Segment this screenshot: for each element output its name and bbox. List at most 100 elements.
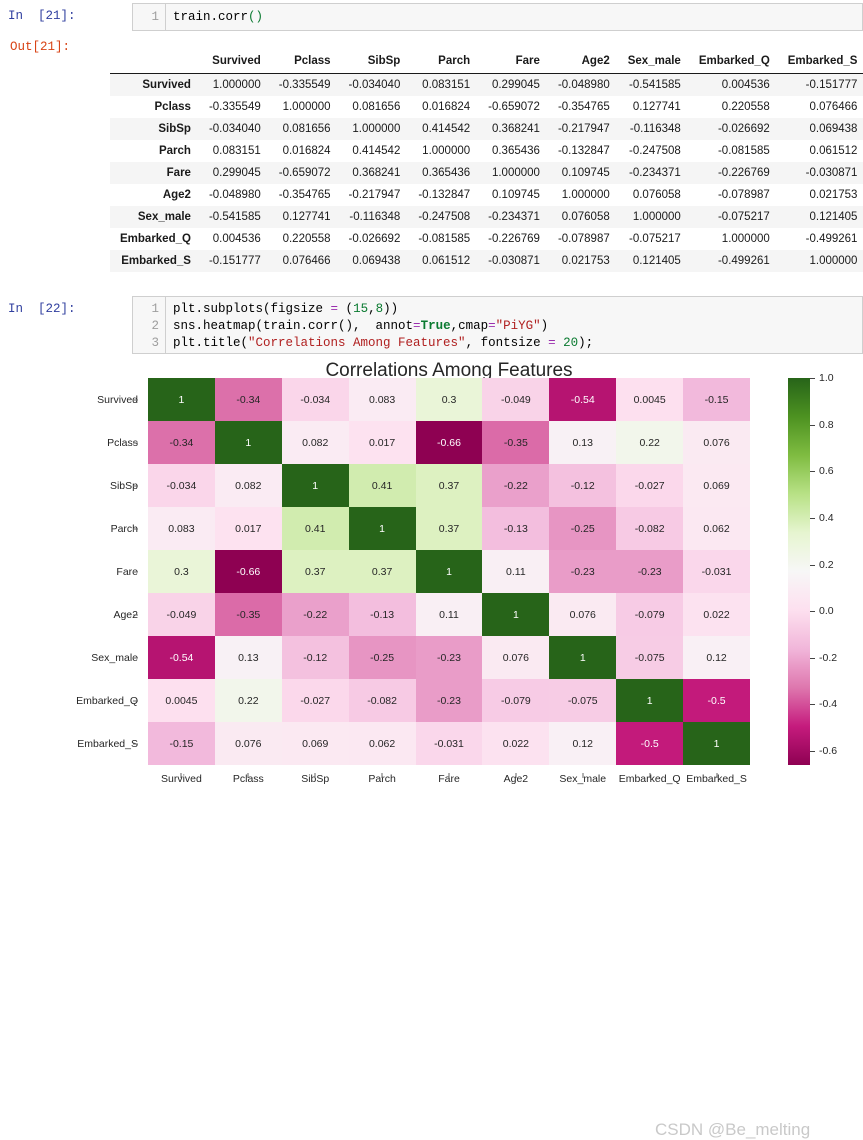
heatmap-cell: -0.22 [281,593,349,636]
heatmap-cell: 0.37 [415,507,483,550]
output-prompt-21: Out[21]: [10,40,71,54]
code-token: plt.subplots(figsize [173,302,331,316]
table-cell: 0.004536 [212,233,261,245]
heatmap-y-tick-mark [133,571,138,572]
heatmap-cell: 1 [214,421,282,464]
heatmap-cell: -0.15 [683,378,750,421]
table-row-header: Fare [166,167,191,179]
table-cell: 1.000000 [809,255,858,267]
table-cell: 0.069438 [809,123,858,135]
table-row-header: SibSp [158,123,191,135]
heatmap-x-tick-mark [247,773,249,778]
heatmap-cell: -0.54 [549,378,617,421]
table-row-header: Pclass [154,101,191,113]
table-cell: -0.078987 [557,233,610,245]
heatmap-y-tick-mark [133,442,138,443]
code-token: ,cmap [450,319,489,333]
heatmap-cell: 1 [348,507,416,550]
heatmap-cell: -0.082 [616,507,684,550]
table-cell: -0.034040 [208,123,261,135]
input-prompt-22: In [22]: [8,302,76,316]
heatmap-y-tick-label: Survived [97,393,138,406]
heatmap-cell: 0.41 [348,464,416,507]
heatmap-x-tick-mark [314,773,316,778]
table-column-header: Fare [478,50,548,74]
table-cell: -0.226769 [717,167,770,179]
table-cell: 0.069438 [352,255,401,267]
code-token: , [368,302,376,316]
heatmap-y-tick-label: Sex_male [91,651,138,664]
table-cell: 1.000000 [561,189,610,201]
colorbar-tick-label: 0.0 [819,605,834,618]
heatmap-plot-area: 1 -0.34 -0.034 0.083 0.3 -0.049 -0.54 0.0045 -0.… [148,378,750,765]
colorbar-tick-label: 0.4 [819,511,834,524]
table-cell: 0.061512 [809,145,858,157]
table-cell: 0.109745 [491,189,540,201]
heatmap-y-tick-mark [133,700,138,701]
table-row-header: Survived [142,79,191,91]
table-cell: 0.081656 [352,101,401,113]
heatmap-cell: 0.069 [683,464,750,507]
heatmap-cell: 1 [148,378,215,421]
heatmap-cell: -0.23 [616,550,684,593]
colorbar-tick-mark [810,424,815,426]
heatmap-cell: -0.5 [616,722,684,765]
table-column-header: Age2 [547,50,618,74]
table-cell: 0.109745 [561,167,610,179]
heatmap-cell: -0.54 [148,636,215,679]
input-prompt-21: In [21]: [8,9,76,23]
colorbar-tick-mark [810,471,815,473]
table-cell: -0.234371 [488,211,540,223]
line-number: 3 [151,336,159,350]
heatmap-cell: -0.23 [415,679,483,722]
heatmap-x-tick-mark [716,773,718,778]
heatmap-cell: -0.082 [348,679,416,722]
heatmap-y-tick-mark [133,657,138,658]
watermark-text: CSDN @Be_melting [655,1120,811,1139]
code-token-number: 20 [563,336,579,350]
correlation-dataframe-table: Survived Pclass SibSp Parch Fare Age2 Sex_male… [110,50,863,272]
table-cell: 0.081656 [282,123,331,135]
heatmap-cell: 0.083 [148,507,215,550]
table-head: Survived Pclass SibSp Parch Fare Age2 Sex_male… [110,50,863,74]
table-cell: -0.030871 [488,255,540,267]
line-number: 1 [151,302,159,316]
heatmap-cell: 1 [415,550,483,593]
table-cell: 0.365436 [491,145,540,157]
table-row-header: Sex_male [137,211,191,223]
table-cell: -0.026692 [717,123,770,135]
heatmap-y-tick-mark [133,528,138,529]
heatmap-cell: -0.079 [482,679,550,722]
table-cell: 0.299045 [491,79,540,91]
table-column-header: Parch [408,50,479,74]
heatmap-cell: 0.12 [549,722,617,765]
heatmap-cell: -0.049 [482,378,550,421]
table-cell: -0.335549 [208,101,261,113]
code-token-string: "PiYG" [495,319,541,333]
heatmap-cell: 0.41 [281,507,349,550]
table-cell: 0.414542 [422,123,471,135]
code-parens: () [248,10,264,24]
heatmap-cell: -0.66 [214,550,282,593]
table-header-row: Survived Pclass SibSp Parch Fare Age2 Sex_male… [110,50,863,74]
table-column-header: Pclass [268,50,339,74]
line-number-gutter-22: 1 2 3 [133,297,166,353]
heatmap-cell: 1 [616,679,684,722]
code-cell-22[interactable]: 1 2 3 plt.subplots(figsize = (15,8)) sns… [132,296,863,354]
code-token: plt.title( [173,336,249,350]
code-cell-21[interactable]: 1 train.corr() [132,3,863,31]
table-cell: 0.414542 [352,145,401,157]
table-cell: -0.151777 [805,79,858,91]
table-cell: 1.000000 [721,233,770,245]
heatmap-cell: 0.076 [549,593,617,636]
heatmap-cell: 0.022 [683,593,750,636]
table-cell: 1.000000 [491,167,540,179]
heatmap-cell: -0.25 [348,636,416,679]
table-cell: -0.226769 [488,233,540,245]
heatmap-cell: 0.37 [281,550,349,593]
table-body: Survived 1.000000 -0.335549 -0.034040 0.0831… [110,73,863,272]
table-cell: -0.217947 [557,123,610,135]
table-cell: 0.076466 [809,101,858,113]
line-number: 2 [151,319,159,333]
table-cell: -0.541585 [629,79,681,91]
